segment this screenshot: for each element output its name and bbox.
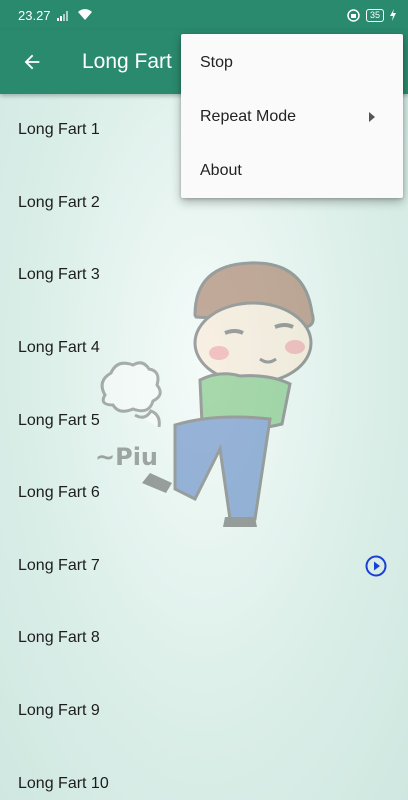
list-item-label: Long Fart 4 [18, 339, 100, 357]
menu-item-label: Stop [200, 54, 233, 71]
list-item[interactable]: Long Fart 9 [0, 675, 408, 748]
play-circle-icon[interactable] [364, 554, 388, 578]
list-item-label: Long Fart 1 [18, 121, 100, 139]
list-item-label: Long Fart 3 [18, 266, 100, 284]
status-time: 23.27 [18, 7, 51, 23]
list-item-label: Long Fart 2 [18, 193, 100, 211]
battery-level: 35 [365, 8, 384, 22]
back-button[interactable] [0, 30, 64, 94]
list-item-label: Long Fart 5 [18, 411, 100, 429]
list-item-label: Long Fart 8 [18, 629, 100, 647]
list-item[interactable]: Long Fart 5 [0, 384, 408, 457]
status-right: 35 [347, 8, 396, 22]
submenu-arrow-icon [369, 112, 375, 122]
signal-icon [56, 10, 68, 21]
menu-item-about[interactable]: About [181, 144, 403, 198]
menu-item-label: About [200, 162, 242, 179]
status-bar: 23.27 35 [0, 0, 408, 30]
sound-list: Long Fart 1 Long Fart 2 Long Fart 3 Long… [0, 94, 408, 800]
menu-item-repeat-mode[interactable]: Repeat Mode [181, 90, 403, 144]
status-left: 23.27 [18, 8, 93, 23]
charging-icon [390, 9, 396, 21]
list-item-label: Long Fart 9 [18, 702, 100, 720]
list-item[interactable]: Long Fart 8 [0, 602, 408, 675]
overflow-menu: Stop Repeat Mode About [181, 34, 403, 198]
menu-item-stop[interactable]: Stop [181, 36, 403, 90]
list-item[interactable]: Long Fart 3 [0, 239, 408, 312]
list-item[interactable]: Long Fart 4 [0, 312, 408, 385]
list-item-label: Long Fart 6 [18, 484, 100, 502]
list-item[interactable]: Long Fart 7 [0, 530, 408, 603]
page-title: Long Fart [82, 50, 172, 73]
menu-item-label: Repeat Mode [200, 108, 297, 125]
list-item-label: Long Fart 10 [18, 774, 109, 792]
list-item-label: Long Fart 7 [18, 556, 100, 574]
arrow-left-icon [24, 54, 40, 70]
list-item[interactable]: Long Fart 10 [0, 747, 408, 800]
alarm-icon [347, 8, 360, 22]
list-item[interactable]: Long Fart 6 [0, 457, 408, 530]
wifi-icon [77, 9, 92, 20]
